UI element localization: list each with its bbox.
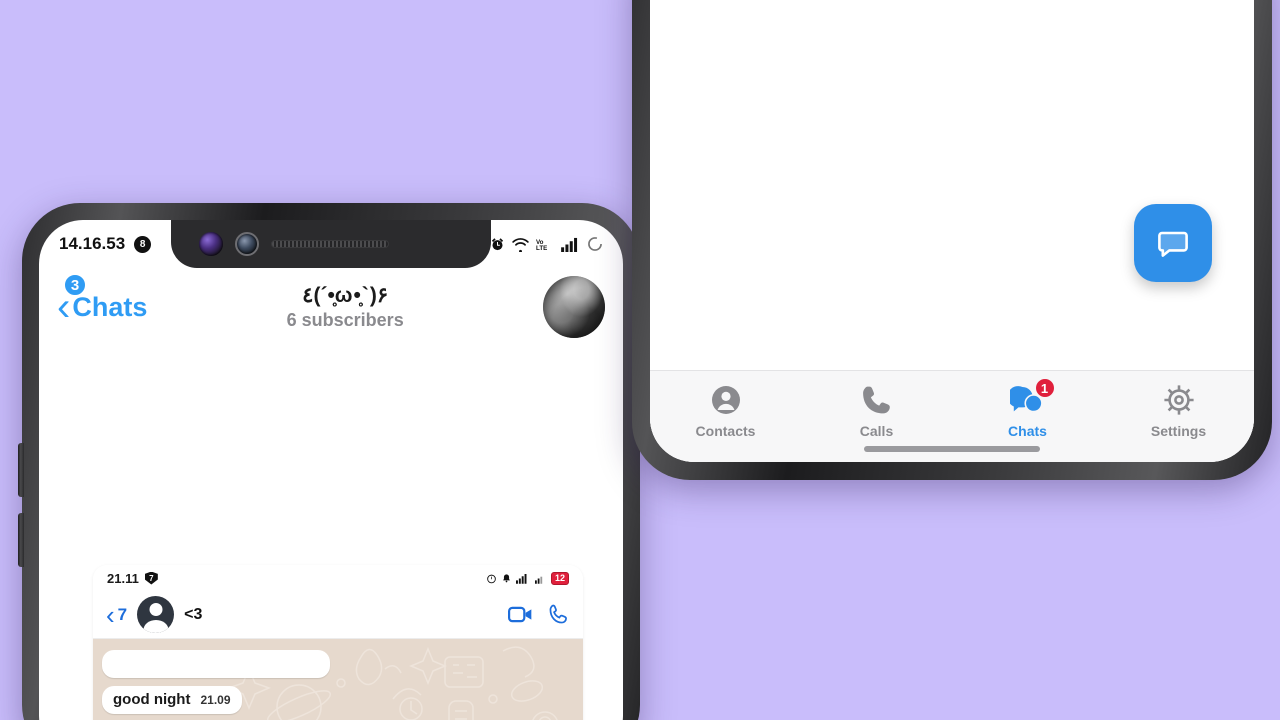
bell-icon — [501, 573, 512, 584]
front-camera-lens-icon — [199, 232, 223, 256]
status-time: 14.16.53 — [59, 234, 126, 253]
message-bubble[interactable]: good night 21.09 — [102, 686, 242, 714]
tab-label: Calls — [859, 423, 894, 439]
right-phone-frame: Contacts Calls 1 Chats Settings — [632, 0, 1272, 480]
volume-down-button[interactable] — [18, 513, 24, 567]
shield-badge-icon: 7 — [144, 571, 158, 585]
tab-contacts[interactable]: Contacts — [650, 383, 801, 439]
signal-bars-2-icon — [534, 573, 547, 584]
tab-settings[interactable]: Settings — [1103, 383, 1254, 439]
message-list: good night 21.09 — [93, 686, 583, 720]
dynamic-island — [171, 220, 491, 268]
volte-icon: Vo LTE — [536, 237, 554, 252]
inner-chat-header: ‹ 7 <3 — [93, 591, 583, 639]
inner-status-bar: 21.11 7 12 — [93, 565, 583, 591]
back-label: Chats — [72, 291, 148, 322]
inner-back-button[interactable]: ‹ 7 — [106, 602, 127, 628]
alarm-icon — [486, 573, 497, 584]
chevron-left-icon: ‹ — [106, 599, 115, 630]
home-indicator[interactable] — [864, 446, 1040, 452]
svg-text:LTE: LTE — [536, 245, 547, 252]
phone-call-icon[interactable] — [547, 603, 570, 626]
message-bubble-blank — [102, 650, 330, 678]
left-phone-frame: 14.16.53 8 Vo LTE ‹ Chats 3 ٤(´•̥̥̥ω•̥̥̥… — [18, 203, 640, 720]
chat-bubble-icon — [1154, 224, 1192, 262]
forwarded-screenshot-message[interactable]: 21.11 7 12 ‹ 7 <3 good night 21.09 — [93, 565, 583, 720]
chats-screen: Contacts Calls 1 Chats Settings — [650, 0, 1254, 462]
channel-header: ‹ Chats 3 ٤(´•̥̥̥ω•̥̥̥`)۶ 6 subscribers — [39, 268, 623, 346]
tab-calls[interactable]: Calls — [801, 383, 952, 439]
sensor-lens-icon — [235, 232, 259, 256]
signal-bars-icon — [515, 573, 531, 584]
video-call-icon[interactable] — [508, 605, 533, 624]
inner-back-count: 7 — [117, 604, 128, 624]
alarm-icon — [490, 237, 505, 252]
tab-label: Settings — [1150, 423, 1207, 439]
subscriber-count: 6 subscribers — [286, 310, 404, 330]
back-to-chats-button[interactable]: ‹ Chats 3 — [57, 273, 148, 327]
channel-title-group[interactable]: ٤(´•̥̥̥ω•̥̥̥`)۶ 6 subscribers — [155, 283, 535, 331]
contact-name: <3 — [184, 605, 203, 623]
tab-label: Contacts — [695, 423, 756, 439]
unread-badge: 3 — [63, 273, 87, 297]
tab-label: Chats — [1008, 423, 1047, 439]
message-time: 21.09 — [200, 693, 231, 707]
contact-avatar[interactable] — [137, 596, 175, 633]
volume-up-button[interactable] — [18, 443, 24, 497]
channel-avatar[interactable] — [543, 276, 605, 338]
earpiece-speaker — [271, 240, 389, 248]
gear-icon — [1162, 383, 1196, 417]
chats-unread-badge: 1 — [1033, 377, 1056, 399]
right-phone-screen: Contacts Calls 1 Chats Settings — [650, 0, 1254, 462]
channel-title: ٤(´•̥̥̥ω•̥̥̥`)۶ — [302, 284, 389, 307]
notification-count-badge: 8 — [134, 235, 152, 253]
wifi-icon — [512, 237, 529, 252]
contacts-icon — [709, 383, 743, 417]
left-phone-screen: 14.16.53 8 Vo LTE ‹ Chats 3 ٤(´•̥̥̥ω•̥̥̥… — [39, 220, 623, 720]
battery-low-icon: 12 — [550, 571, 569, 585]
inner-chat-body: good night 21.09 slmt tdr 21.09 bye 21.1… — [93, 639, 583, 720]
inner-status-time: 21.11 — [107, 570, 139, 586]
new-chat-fab-button[interactable] — [1134, 204, 1212, 282]
tab-chats[interactable]: 1 Chats — [952, 377, 1103, 439]
signal-bars-icon — [561, 237, 580, 252]
sync-spinner-icon — [587, 236, 603, 252]
message-text: good night — [113, 691, 191, 708]
phone-icon — [860, 383, 894, 417]
